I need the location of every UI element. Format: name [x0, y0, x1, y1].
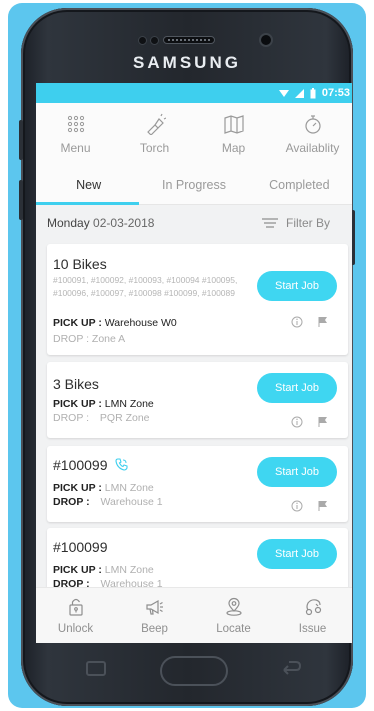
status-time: 07:53: [321, 87, 350, 99]
recent-apps-button[interactable]: [86, 661, 106, 676]
app-screen: 07:53 Menu Torch Map Availablity New In …: [36, 83, 352, 643]
drop-info: DROP : Warehouse 1: [53, 496, 163, 508]
map-icon: [223, 115, 244, 134]
beep-label: Beep: [141, 622, 168, 635]
location-pin-icon: [225, 597, 242, 616]
status-bar: 07:53: [36, 83, 352, 103]
pickup-value: LMN Zone: [104, 564, 154, 576]
pickup-info: PICK UP : LMN Zone: [53, 482, 154, 494]
filter-bar: Monday 02-03-2018 Filter By: [36, 205, 352, 240]
bottom-nav: Unlock Beep Locate Issue: [36, 587, 352, 643]
back-arrow-icon[interactable]: [280, 661, 302, 677]
info-icon[interactable]: [291, 416, 303, 428]
pickup-label: PICK UP :: [53, 482, 102, 494]
issue-label: Issue: [298, 622, 327, 635]
active-tab-indicator: [36, 202, 139, 205]
job-card[interactable]: #100099 PICK UP : LMN Zone DROP : Wareho…: [47, 446, 348, 522]
pickup-label: PICK UP :: [53, 398, 102, 410]
unlock-label: Unlock: [57, 622, 94, 635]
map-button[interactable]: Map: [195, 113, 273, 155]
filter-lines-icon: [261, 217, 278, 228]
lock-icon: [68, 598, 83, 616]
drop-label: DROP :: [53, 412, 89, 424]
job-card[interactable]: 3 Bikes PICK UP : LMN Zone DROP : PQR Zo…: [47, 362, 348, 438]
signal-icon: [294, 88, 304, 98]
drop-value: Warehouse 1: [100, 496, 163, 508]
beep-button[interactable]: Beep: [120, 597, 190, 635]
flag-icon[interactable]: [317, 316, 329, 328]
drop-label: DROP :: [53, 496, 90, 508]
locate-button[interactable]: Locate: [199, 597, 269, 635]
tab-completed[interactable]: Completed: [247, 165, 352, 204]
pickup-value: Warehouse W0: [104, 317, 177, 329]
light-sensor: [150, 36, 159, 45]
tab-in-progress[interactable]: In Progress: [141, 165, 246, 204]
stopwatch-icon: [304, 115, 321, 134]
filter-by-button[interactable]: Filter By: [261, 215, 330, 230]
drop-info: DROP : PQR Zone: [53, 412, 150, 424]
front-camera: [259, 33, 273, 47]
torch-label: Torch: [139, 141, 170, 155]
start-job-button[interactable]: Start Job: [257, 373, 337, 403]
menu-button[interactable]: Menu: [37, 113, 115, 155]
tab-new[interactable]: New: [36, 165, 141, 204]
drop-label: DROP :: [53, 333, 89, 345]
filter-by-label: Filter By: [285, 215, 330, 230]
start-job-button[interactable]: Start Job: [257, 457, 337, 487]
job-title-text: #100099: [53, 457, 108, 473]
volume-button-2: [19, 180, 23, 220]
flag-icon[interactable]: [317, 500, 329, 512]
map-label: Map: [221, 141, 246, 155]
pickup-label: PICK UP :: [53, 317, 102, 329]
drop-value: PQR Zone: [99, 412, 150, 424]
job-ids: #100091, #100092, #100093, #100094 #1000…: [53, 275, 238, 298]
pickup-info: PICK UP : LMN Zone: [53, 398, 154, 410]
date-label: Monday 02-03-2018: [47, 216, 154, 230]
torch-icon: [146, 113, 166, 135]
grid-dots-icon: [67, 115, 84, 133]
info-icon[interactable]: [291, 316, 303, 328]
card-actions: [291, 316, 329, 328]
home-button[interactable]: [160, 656, 228, 686]
flag-icon[interactable]: [317, 416, 329, 428]
pickup-value: LMN Zone: [104, 482, 154, 494]
torch-button[interactable]: Torch: [116, 113, 194, 155]
job-tabs: New In Progress Completed: [36, 165, 352, 205]
brand-logo: SAMSUNG: [133, 53, 241, 72]
volume-button: [19, 120, 23, 160]
card-actions: [291, 416, 329, 428]
proximity-sensor: [138, 36, 147, 45]
info-icon[interactable]: [291, 500, 303, 512]
pickup-value: LMN Zone: [104, 398, 154, 410]
unlock-button[interactable]: Unlock: [41, 597, 111, 635]
job-title: 3 Bikes: [53, 376, 99, 392]
job-title: #100099: [53, 539, 108, 555]
job-title: 10 Bikes: [53, 256, 107, 272]
pickup-label: PICK UP :: [53, 564, 102, 576]
pickup-info: PICK UP : Warehouse W0: [53, 317, 177, 329]
earpiece-speaker: [163, 36, 215, 44]
start-job-button[interactable]: Start Job: [257, 539, 337, 569]
battery-icon: [310, 87, 316, 98]
availability-label: Availablity: [285, 141, 340, 155]
drop-info: DROP : Zone A: [53, 333, 125, 345]
pickup-info: PICK UP : LMN Zone: [53, 564, 154, 576]
job-title: #100099: [53, 457, 128, 473]
drop-value: Zone A: [91, 333, 126, 345]
menu-label: Menu: [60, 141, 91, 155]
start-job-button[interactable]: Start Job: [257, 271, 337, 301]
locate-label: Locate: [216, 622, 251, 635]
issue-button[interactable]: Issue: [278, 597, 348, 635]
day-text: Monday: [47, 215, 90, 230]
job-card[interactable]: 10 Bikes #100091, #100092, #100093, #100…: [47, 244, 348, 355]
megaphone-icon: [145, 599, 163, 615]
top-toolbar: Menu Torch Map Availablity: [36, 103, 352, 165]
availability-button[interactable]: Availablity: [274, 113, 352, 155]
card-actions: [291, 500, 329, 512]
wifi-icon: [278, 89, 289, 97]
bike-issue-icon: [305, 598, 321, 615]
phone-call-icon[interactable]: [115, 458, 128, 471]
date-text: 02-03-2018: [93, 215, 155, 230]
